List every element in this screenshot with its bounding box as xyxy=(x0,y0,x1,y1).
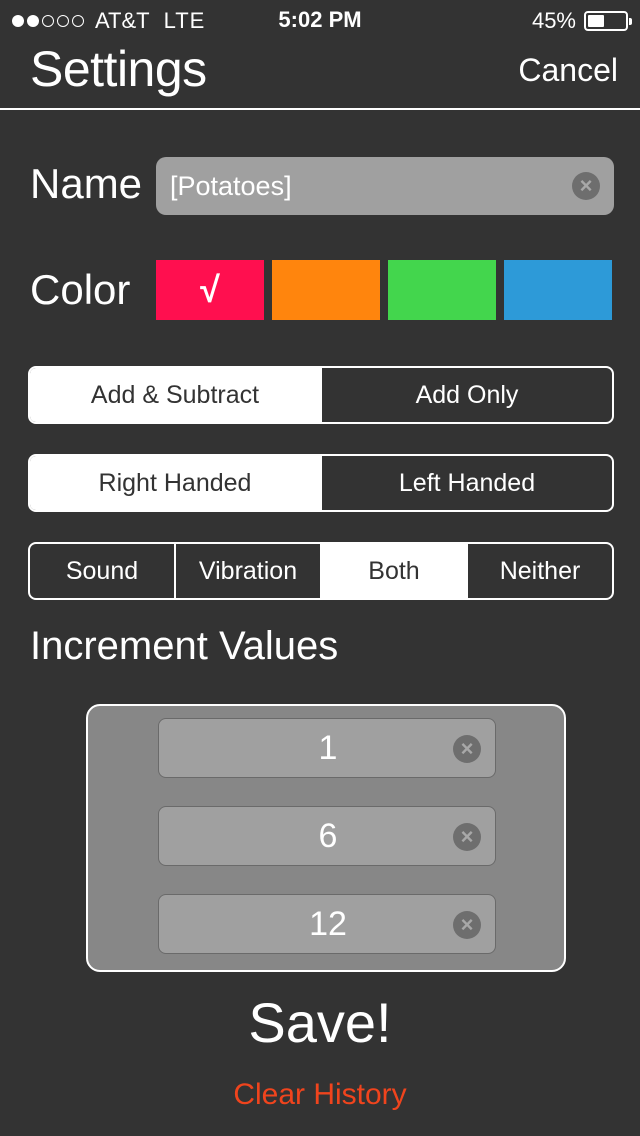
battery-tip xyxy=(629,18,632,25)
settings-screen: AT&T LTE 5:02 PM 45% Settings Cancel Nam… xyxy=(0,0,640,1136)
increment-values-title: Increment Values xyxy=(30,624,339,668)
mode-segmented-control: Add & Subtract Add Only xyxy=(28,366,614,424)
save-button[interactable]: Save! xyxy=(0,990,640,1055)
segment-both[interactable]: Both xyxy=(320,544,466,598)
color-swatch-green[interactable] xyxy=(388,260,496,320)
segment-neither[interactable]: Neither xyxy=(466,544,612,598)
cancel-button[interactable]: Cancel xyxy=(518,52,618,89)
segment-left-handed[interactable]: Left Handed xyxy=(320,456,612,510)
page-title: Settings xyxy=(30,41,207,97)
segment-add-only[interactable]: Add Only xyxy=(320,368,612,422)
increment-input[interactable] xyxy=(159,719,497,777)
nav-divider xyxy=(0,108,640,110)
feedback-segmented-control: Sound Vibration Both Neither xyxy=(28,542,614,600)
segment-vibration[interactable]: Vibration xyxy=(174,544,320,598)
clear-increment-icon[interactable]: × xyxy=(453,735,481,763)
clear-history-button[interactable]: Clear History xyxy=(0,1078,640,1112)
clear-increment-icon[interactable]: × xyxy=(453,911,481,939)
increment-values-panel: × × × xyxy=(86,704,566,972)
clear-increment-icon[interactable]: × xyxy=(453,823,481,851)
name-input[interactable] xyxy=(170,157,570,215)
color-swatch-red[interactable]: √ xyxy=(156,260,264,320)
clear-name-icon[interactable]: × xyxy=(572,172,600,200)
color-label: Color xyxy=(30,266,131,313)
name-label: Name xyxy=(30,160,143,207)
name-field[interactable]: × xyxy=(156,157,614,215)
increment-input[interactable] xyxy=(159,895,497,953)
status-bar: AT&T LTE 5:02 PM 45% xyxy=(0,0,640,40)
color-swatch-blue[interactable] xyxy=(504,260,612,320)
increment-field-3[interactable]: × xyxy=(158,894,497,954)
segment-right-handed[interactable]: Right Handed xyxy=(30,456,320,510)
color-swatch-orange[interactable] xyxy=(272,260,380,320)
battery-icon xyxy=(584,11,632,31)
battery-percent: 45% xyxy=(531,8,576,33)
increment-input[interactable] xyxy=(159,807,497,865)
handedness-segmented-control: Right Handed Left Handed xyxy=(28,454,614,512)
segment-add-subtract[interactable]: Add & Subtract xyxy=(30,368,320,422)
increment-field-1[interactable]: × xyxy=(158,718,497,778)
checkmark-icon: √ xyxy=(200,269,220,310)
status-right: 45% xyxy=(531,8,632,34)
battery-fill xyxy=(588,15,605,27)
increment-field-2[interactable]: × xyxy=(158,806,497,866)
segment-sound[interactable]: Sound xyxy=(30,544,174,598)
